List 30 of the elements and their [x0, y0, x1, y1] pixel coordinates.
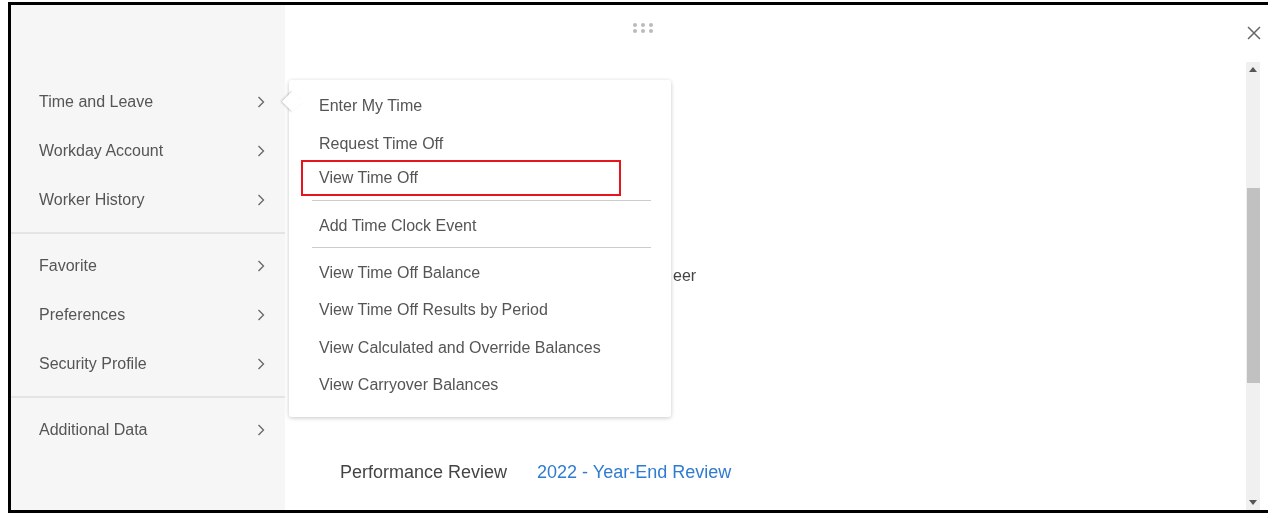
sidebar-item[interactable]: Preferences: [11, 290, 285, 339]
sidebar-item[interactable]: Worker History: [11, 175, 285, 224]
field-text: eer: [673, 267, 697, 284]
chevron-right-icon: [257, 423, 265, 436]
chevron-right-icon: [257, 144, 265, 157]
sidebar-item[interactable]: Workday Account: [11, 126, 285, 175]
sidebar-item[interactable]: Favorite: [11, 241, 285, 290]
menu-item[interactable]: View Time Off Results by Period: [319, 301, 548, 318]
menu-item[interactable]: View Time Off: [319, 169, 418, 186]
field-label: Performance Review: [340, 462, 508, 483]
review-link[interactable]: 2022 - Year-End Review: [537, 462, 732, 483]
menu-item[interactable]: View Carryover Balances: [319, 376, 499, 393]
close-icon[interactable]: [1246, 25, 1262, 41]
chevron-right-icon: [257, 193, 265, 206]
menu-item[interactable]: View Time Off Balance: [319, 263, 481, 281]
scrollbar-thumb[interactable]: [1246, 188, 1260, 384]
chevron-right-icon: [257, 357, 265, 370]
menu-item[interactable]: Add Time Clock Event: [319, 217, 477, 234]
chevron-right-icon: [257, 308, 265, 321]
menu-item[interactable]: Request Time Off: [319, 134, 444, 152]
sidebar-item[interactable]: Additional Data: [11, 405, 285, 454]
scroll-down-icon[interactable]: [1249, 500, 1257, 505]
chevron-right-icon: [257, 259, 265, 272]
chevron-right-icon: [257, 95, 265, 108]
sidebar-item[interactable]: Security Profile: [11, 339, 285, 388]
scroll-up-icon[interactable]: [1249, 66, 1257, 72]
drag-handle-icon[interactable]: [632, 22, 654, 34]
menu-item[interactable]: Enter My Time: [319, 97, 423, 114]
menu-item[interactable]: View Calculated and Override Balances: [319, 338, 601, 356]
scrollbar[interactable]: [1246, 61, 1260, 510]
